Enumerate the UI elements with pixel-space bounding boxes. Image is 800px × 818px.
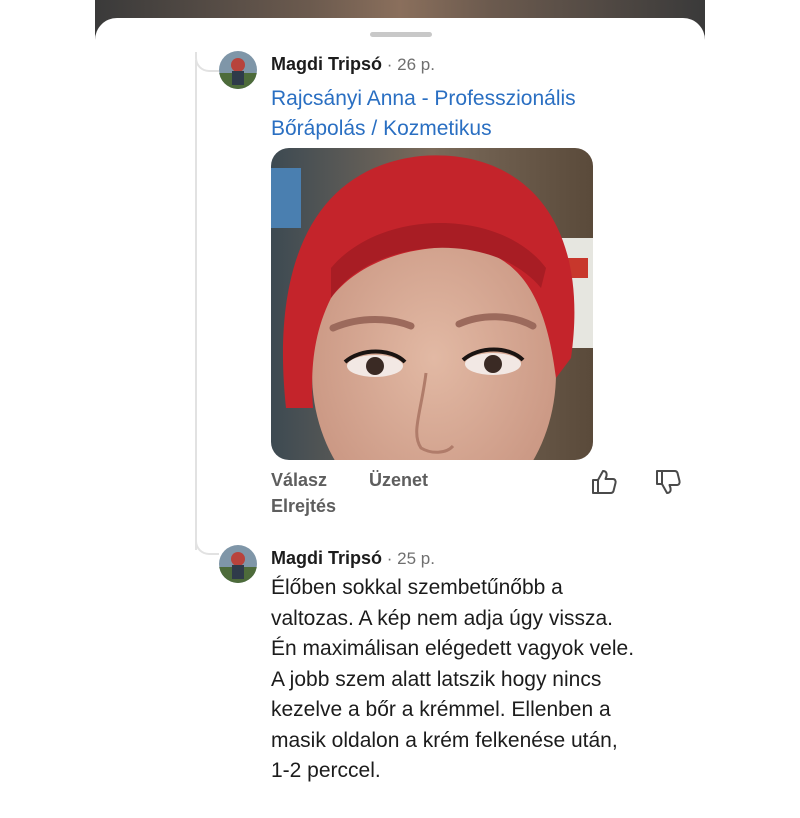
hide-button[interactable]: Elrejtés [271, 496, 336, 517]
comment-author[interactable]: Magdi Tripsó · 26 p. [271, 54, 435, 75]
comment-line: 1-2 perccel. [271, 759, 381, 782]
comment-author[interactable]: Magdi Tripsó · 25 p. [271, 548, 435, 569]
mention-link[interactable]: Rajcsányi Anna - Professzionális Bőrápol… [271, 84, 651, 144]
author-name[interactable]: Magdi Tripsó [271, 548, 382, 568]
sheet-drag-handle[interactable] [370, 32, 432, 37]
comment-time: · 26 p. [382, 55, 435, 74]
thumbs-up-icon[interactable] [590, 468, 618, 496]
author-name[interactable]: Magdi Tripsó [271, 54, 382, 74]
avatar[interactable] [219, 51, 257, 89]
message-button[interactable]: Üzenet [369, 470, 428, 491]
comment-body: Élőben sokkal szembetűnőbb a valtozas. A… [271, 573, 711, 787]
comment-line: kezelve a bőr a krémmel. Ellenben a [271, 698, 611, 721]
comment-line: A jobb szem alatt latszik hogy nincs [271, 667, 602, 691]
reply-button[interactable]: Válasz [271, 470, 327, 491]
comment-line: Én maximálisan elégedett vagyok vele. [271, 637, 635, 660]
comment-line: masik oldalon a krém felkenése után, [271, 728, 618, 752]
page-margin-right [705, 0, 800, 800]
comment-photo[interactable] [271, 148, 593, 460]
thread-line [195, 60, 197, 550]
comment-line: Élőben sokkal szembetűnőbb a [271, 576, 563, 599]
comment-time: · 25 p. [382, 549, 435, 568]
thumbs-down-icon[interactable] [654, 468, 682, 496]
page-margin-left [0, 0, 95, 800]
avatar[interactable] [219, 545, 257, 583]
comment-line: valtozas. A kép nem adja úgy vissza. [271, 606, 614, 630]
